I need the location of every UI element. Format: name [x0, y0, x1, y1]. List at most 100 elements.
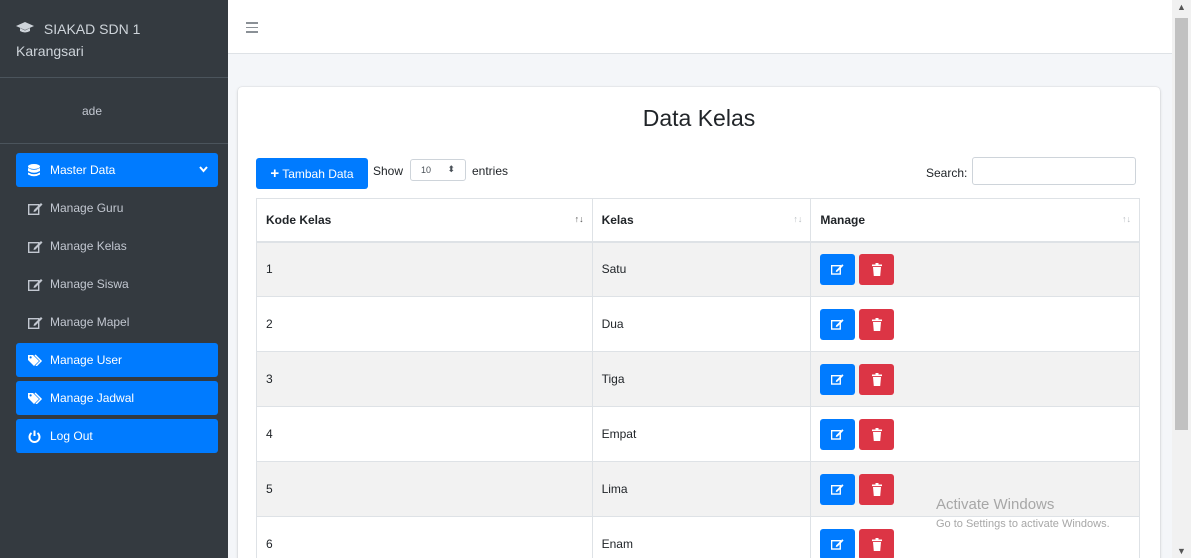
menu-toggle-icon[interactable] — [246, 22, 258, 33]
sort-asc-icon: ↑↓ — [574, 214, 584, 224]
sort-icon: ↑↓ — [793, 214, 803, 224]
scroll-down-icon[interactable]: ▼ — [1177, 546, 1186, 556]
add-data-button[interactable]: + Tambah Data — [256, 158, 368, 189]
scroll-up-icon[interactable]: ▲ — [1177, 2, 1186, 12]
cell-manage — [810, 351, 1140, 407]
cell-kelas: Satu — [591, 241, 812, 297]
edit-button[interactable] — [820, 418, 856, 450]
edit-button[interactable] — [820, 308, 856, 340]
cell-kode-kelas: 6 — [256, 516, 593, 558]
chevron-down-icon — [199, 162, 208, 176]
cell-kode-kelas: 1 — [256, 241, 593, 297]
sidebar-item-label: Log Out — [50, 429, 93, 443]
table-row: 4 Empat — [256, 406, 1140, 462]
sidebar-item-manage-jadwal[interactable]: Manage Jadwal — [16, 381, 218, 415]
sidebar-item-master-data[interactable]: Master Data — [16, 153, 218, 187]
edit-button[interactable] — [820, 473, 856, 505]
brand-link[interactable]: SIAKAD SDN 1 Karangsari — [0, 0, 228, 78]
cell-kelas: Tiga — [591, 351, 812, 407]
data-kelas-card: Data Kelas + Tambah Data Show 10 ⬍ entri… — [238, 87, 1160, 558]
table-row: 2 Dua — [256, 296, 1140, 352]
brand-name-line2: Karangsari — [16, 43, 84, 59]
trash-icon — [871, 427, 882, 441]
edit-icon — [28, 202, 50, 215]
cell-kelas: Enam — [591, 516, 812, 558]
table-row: 1 Satu — [256, 241, 1140, 297]
edit-icon — [28, 278, 50, 291]
edit-icon — [831, 483, 844, 495]
entries-value: 10 — [421, 165, 432, 175]
top-navbar — [228, 0, 1172, 54]
cell-kelas: Dua — [591, 296, 812, 352]
delete-button[interactable] — [859, 528, 895, 558]
user-panel: ade — [0, 78, 228, 144]
trash-icon — [871, 482, 882, 496]
activate-windows-subtitle: Go to Settings to activate Windows. — [936, 518, 1110, 530]
power-icon — [28, 430, 50, 443]
edit-icon — [28, 240, 50, 253]
trash-icon — [871, 537, 882, 551]
sidebar: SIAKAD SDN 1 Karangsari ade Master Data … — [0, 0, 228, 558]
cell-kelas: Lima — [591, 461, 812, 517]
sidebar-item-label: Manage User — [50, 353, 123, 367]
page-title: Data Kelas — [642, 105, 756, 131]
column-header-kode-kelas[interactable]: Kode Kelas ↑↓ — [256, 198, 593, 243]
trash-icon — [871, 262, 882, 276]
cell-kode-kelas: 5 — [256, 461, 593, 517]
sidebar-item-label: Manage Jadwal — [50, 391, 135, 405]
edit-icon — [831, 263, 844, 275]
edit-icon — [831, 538, 844, 550]
search-input[interactable] — [972, 157, 1136, 185]
edit-icon — [831, 318, 844, 330]
cell-kode-kelas: 3 — [256, 351, 593, 407]
cell-kelas: Empat — [591, 406, 812, 462]
delete-button[interactable] — [859, 418, 895, 450]
sidebar-item-manage-kelas[interactable]: Manage Kelas — [16, 229, 218, 263]
sidebar-item-label: Manage Siswa — [50, 277, 129, 291]
delete-button[interactable] — [859, 363, 895, 395]
sort-arrows-icon: ⬍ — [447, 164, 455, 174]
sidebar-menu: Master Data Manage Guru Manage Kelas Man… — [0, 144, 228, 453]
trash-icon — [871, 372, 882, 386]
edit-icon — [28, 316, 50, 329]
entries-select[interactable]: 10 ⬍ — [410, 159, 466, 181]
plus-icon: + — [270, 165, 280, 182]
add-data-label: Tambah Data — [282, 166, 354, 181]
tag-icon — [28, 354, 50, 366]
edit-button[interactable] — [820, 363, 856, 395]
sidebar-item-manage-mapel[interactable]: Manage Mapel — [16, 305, 218, 339]
sort-icon: ↑↓ — [1122, 214, 1131, 224]
sidebar-item-manage-siswa[interactable]: Manage Siswa — [16, 267, 218, 301]
cell-manage — [810, 296, 1140, 352]
sidebar-item-logout[interactable]: Log Out — [16, 419, 218, 453]
edit-button[interactable] — [820, 528, 856, 558]
table-row: 3 Tiga — [256, 351, 1140, 407]
sidebar-item-label: Manage Guru — [50, 201, 124, 215]
edit-button[interactable] — [820, 253, 856, 285]
delete-button[interactable] — [859, 473, 895, 505]
sidebar-item-label: Manage Kelas — [50, 239, 127, 253]
database-icon — [28, 163, 50, 177]
delete-button[interactable] — [859, 308, 895, 340]
sidebar-item-manage-guru[interactable]: Manage Guru — [16, 191, 218, 225]
sidebar-item-label: Manage Mapel — [50, 315, 130, 329]
cell-kode-kelas: 4 — [256, 406, 593, 462]
search-label: Search: — [926, 166, 968, 180]
user-name[interactable]: ade — [82, 104, 102, 118]
brand-name: SIAKAD SDN 1 — [43, 21, 141, 37]
column-header-kelas[interactable]: Kelas ↑↓ — [591, 198, 812, 243]
tag-icon — [28, 392, 50, 404]
column-header-manage[interactable]: Manage ↑↓ — [810, 198, 1140, 243]
entries-label: entries — [472, 164, 509, 178]
sidebar-item-manage-user[interactable]: Manage User — [16, 343, 218, 377]
cell-kode-kelas: 2 — [256, 296, 593, 352]
show-label: Show — [373, 164, 404, 178]
delete-button[interactable] — [859, 253, 895, 285]
activate-windows-title: Activate Windows — [936, 496, 1055, 513]
trash-icon — [871, 317, 882, 331]
graduation-cap-icon — [16, 18, 40, 40]
edit-icon — [831, 428, 844, 440]
edit-icon — [831, 373, 844, 385]
page-scrollbar[interactable]: ▲ ▼ — [1172, 0, 1191, 558]
scrollbar-thumb[interactable] — [1175, 18, 1188, 430]
